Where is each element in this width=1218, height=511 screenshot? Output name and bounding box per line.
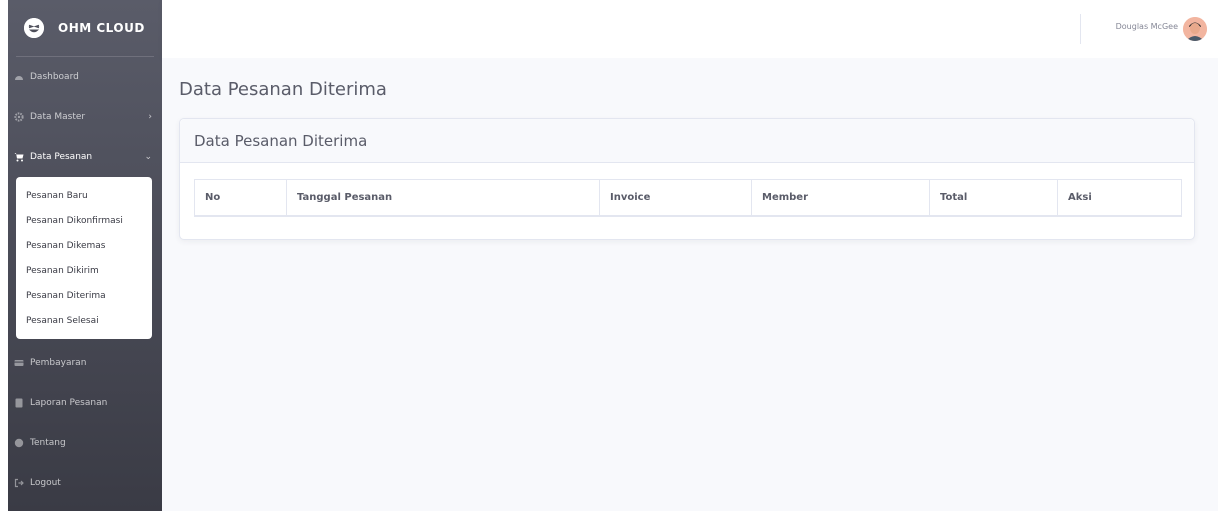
credit-card-icon	[14, 358, 24, 368]
brand[interactable]: OHM CLOUD	[8, 0, 162, 56]
submenu-item-pesanan-dikirim[interactable]: Pesanan Dikirim	[16, 258, 152, 283]
dashboard-icon	[14, 72, 24, 82]
submenu-data-pesanan: Pesanan Baru Pesanan Dikonfirmasi Pesana…	[16, 177, 152, 339]
sidebar-item-logout[interactable]: Logout	[8, 463, 162, 503]
topbar-divider	[1080, 14, 1081, 44]
column-header-aksi[interactable]: Aksi	[1057, 179, 1182, 217]
laughing-face-icon	[24, 18, 44, 38]
table-header-row: No Tanggal Pesanan Invoice Member Total …	[194, 179, 1182, 217]
gear-icon	[14, 112, 24, 122]
sidebar-item-label: Data Pesanan	[30, 152, 93, 162]
submenu-item-pesanan-dikemas[interactable]: Pesanan Dikemas	[16, 233, 152, 258]
sidebar-item-pembayaran[interactable]: Pembayaran	[8, 343, 162, 383]
sidebar-item-label: Logout	[30, 478, 61, 488]
avatar[interactable]	[1183, 17, 1207, 41]
sidebar-item-data-master[interactable]: Data Master ›	[8, 97, 162, 137]
user-name[interactable]: Douglas McGee	[1116, 22, 1178, 31]
page-title: Data Pesanan Diterima	[179, 79, 387, 100]
sidebar-item-label: Data Master	[30, 112, 86, 122]
column-header-invoice[interactable]: Invoice	[599, 179, 752, 217]
chevron-down-icon: ⌄	[144, 152, 152, 162]
chevron-right-icon: ›	[148, 112, 152, 122]
submenu-item-pesanan-selesai[interactable]: Pesanan Selesai	[16, 308, 152, 333]
logout-icon	[14, 478, 24, 488]
sidebar-item-label: Dashboard	[30, 72, 79, 82]
column-header-member[interactable]: Member	[751, 179, 930, 217]
submenu-item-pesanan-dikonfirmasi[interactable]: Pesanan Dikonfirmasi	[16, 208, 152, 233]
card-title: Data Pesanan Diterima	[194, 131, 368, 150]
sidebar-item-tentang[interactable]: Tentang	[8, 423, 162, 463]
sidebar-item-laporan-pesanan[interactable]: Laporan Pesanan	[8, 383, 162, 423]
globe-icon	[14, 438, 24, 448]
main-content: Data Pesanan Diterima Data Pesanan Diter…	[162, 58, 1218, 511]
sidebar: OHM CLOUD Dashboard Data Master › Data P…	[8, 0, 162, 511]
column-header-tanggal-pesanan[interactable]: Tanggal Pesanan	[286, 179, 600, 217]
sidebar-item-label: Pembayaran	[30, 358, 87, 368]
orders-table: No Tanggal Pesanan Invoice Member Total …	[194, 179, 1182, 217]
submenu-item-pesanan-baru[interactable]: Pesanan Baru	[16, 183, 152, 208]
sidebar-item-dashboard[interactable]: Dashboard	[8, 57, 162, 97]
sidebar-item-label: Laporan Pesanan	[30, 398, 108, 408]
sidebar-item-data-pesanan[interactable]: Data Pesanan ⌄	[8, 137, 162, 177]
book-icon	[14, 398, 24, 408]
card-header: Data Pesanan Diterima	[180, 119, 1194, 163]
brand-name: OHM CLOUD	[58, 21, 145, 35]
column-header-no[interactable]: No	[194, 179, 287, 217]
orders-card: Data Pesanan Diterima No Tanggal Pesanan…	[179, 118, 1195, 240]
column-header-total[interactable]: Total	[929, 179, 1058, 217]
sidebar-item-label: Tentang	[30, 438, 66, 448]
topbar: Douglas McGee	[162, 0, 1218, 58]
cart-icon	[14, 152, 24, 162]
submenu-item-pesanan-diterima[interactable]: Pesanan Diterima	[16, 283, 152, 308]
